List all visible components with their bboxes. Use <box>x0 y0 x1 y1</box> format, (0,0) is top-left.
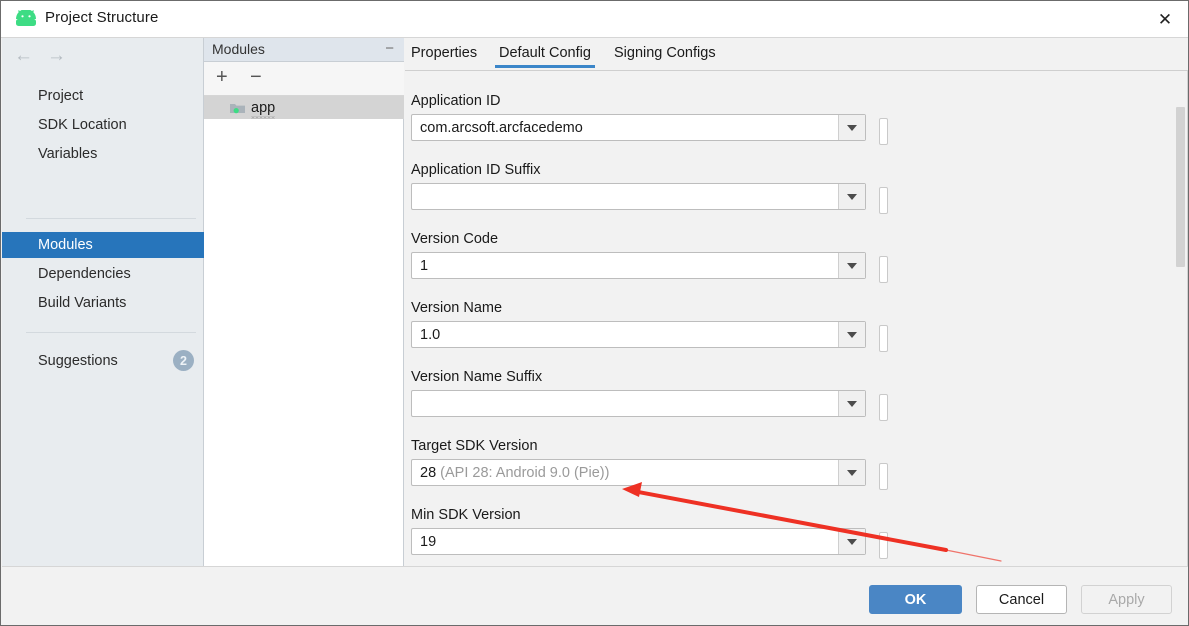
chevron-down-icon[interactable] <box>838 460 865 485</box>
plus-icon[interactable]: + <box>216 67 228 87</box>
sidebar-item-dependencies[interactable]: Dependencies <box>2 261 204 287</box>
field-label: Version Code <box>411 231 499 247</box>
chevron-down-icon[interactable] <box>838 391 865 416</box>
sidebar-item-project[interactable]: Project <box>2 83 204 109</box>
chevron-down-icon[interactable] <box>838 115 865 140</box>
tab-default-config[interactable]: Default Config <box>495 45 595 68</box>
sidebar-item-label: SDK Location <box>38 117 127 133</box>
sidebar-item-label: Modules <box>38 237 93 253</box>
modules-panel-header: Modules − <box>204 38 404 62</box>
field-label: Version Name Suffix <box>411 369 543 385</box>
version-name-value: 1.0 <box>420 326 441 343</box>
version-name-suffix-combobox[interactable] <box>411 390 866 417</box>
application-id-suffix-combobox[interactable] <box>411 183 866 210</box>
title-bar: Project Structure ✕ <box>1 1 1188 38</box>
sidebar-divider-1 <box>26 218 196 219</box>
modules-panel: Modules − + − app <box>204 38 404 566</box>
field-label: Target SDK Version <box>411 438 538 454</box>
field-application-id-suffix: Application ID Suffix <box>411 162 1171 214</box>
minimize-icon[interactable]: − <box>385 41 394 56</box>
min-sdk-version-combobox[interactable]: 19 <box>411 528 866 555</box>
back-arrow-icon[interactable]: ← <box>14 46 33 65</box>
application-id-value: com.arcsoft.arcfacedemo <box>420 119 583 136</box>
field-min-sdk-version: Min SDK Version 19 <box>411 507 1171 559</box>
suggestions-count-badge: 2 <box>173 350 194 371</box>
field-side-stub[interactable] <box>879 394 888 421</box>
window-title: Project Structure <box>45 9 159 26</box>
ok-button[interactable]: OK <box>869 585 962 614</box>
folder-icon <box>230 103 245 113</box>
android-robot-icon <box>16 10 36 26</box>
dialog-footer: OK Cancel Apply <box>2 566 1188 625</box>
field-target-sdk-version: Target SDK Version 28 (API 28: Android 9… <box>411 438 1171 490</box>
sidebar-item-label: Suggestions <box>38 353 118 369</box>
sidebar-item-label: Variables <box>38 146 98 162</box>
tab-properties[interactable]: Properties <box>411 45 477 61</box>
field-side-stub[interactable] <box>879 187 888 214</box>
tab-strip: Properties Default Config Signing Config… <box>405 38 1188 71</box>
field-application-id: Application ID com.arcsoft.arcfacedemo <box>411 93 1171 145</box>
target-sdk-version-combobox[interactable]: 28 (API 28: Android 9.0 (Pie)) <box>411 459 866 486</box>
field-version-name-suffix: Version Name Suffix <box>411 369 1171 421</box>
cancel-button[interactable]: Cancel <box>976 585 1067 614</box>
sidebar-item-sdk-location[interactable]: SDK Location <box>2 112 204 138</box>
sidebar-item-label: Project <box>38 88 84 104</box>
apply-button: Apply <box>1081 585 1172 614</box>
module-item-label: app <box>251 99 276 119</box>
field-version-name: Version Name 1.0 <box>411 300 1171 352</box>
sidebar-item-modules[interactable]: Modules <box>2 232 204 258</box>
field-label: Version Name <box>411 300 503 316</box>
target-sdk-api-hint: (API 28: Android 9.0 (Pie)) <box>440 464 610 481</box>
sidebar-item-label: Build Variants <box>38 295 127 311</box>
chevron-down-icon[interactable] <box>838 184 865 209</box>
form-scrollbar-thumb[interactable] <box>1176 107 1185 267</box>
version-code-combobox[interactable]: 1 <box>411 252 866 279</box>
navigation-row: ← → <box>2 38 204 74</box>
sidebar-divider-2 <box>26 332 196 333</box>
default-config-form: Application ID com.arcsoft.arcfacedemo A… <box>405 71 1188 566</box>
field-side-stub[interactable] <box>879 256 888 283</box>
form-scrollbar-track[interactable] <box>1175 71 1187 566</box>
target-sdk-number: 28 <box>420 464 437 481</box>
field-side-stub[interactable] <box>879 118 888 145</box>
field-side-stub[interactable] <box>879 325 888 352</box>
field-version-code: Version Code 1 <box>411 231 1171 283</box>
field-label: Application ID <box>411 93 501 109</box>
tab-signing-configs[interactable]: Signing Configs <box>614 45 716 61</box>
forward-arrow-icon[interactable]: → <box>47 46 66 65</box>
target-sdk-version-value: 28 (API 28: Android 9.0 (Pie)) <box>412 465 609 481</box>
project-structure-dialog: Project Structure ✕ ← → Project SDK Loca… <box>0 0 1189 626</box>
version-code-value: 1 <box>420 257 429 274</box>
sidebar: ← → Project SDK Location Variables Modul… <box>2 38 204 566</box>
field-side-stub[interactable] <box>879 532 888 559</box>
field-label: Min SDK Version <box>411 507 521 523</box>
chevron-down-icon[interactable] <box>838 253 865 278</box>
sidebar-item-variables[interactable]: Variables <box>2 141 204 167</box>
version-name-combobox[interactable]: 1.0 <box>411 321 866 348</box>
content-area: Properties Default Config Signing Config… <box>405 38 1188 566</box>
application-id-combobox[interactable]: com.arcsoft.arcfacedemo <box>411 114 866 141</box>
modules-panel-title: Modules <box>212 41 265 57</box>
chevron-down-icon[interactable] <box>838 529 865 554</box>
sidebar-item-label: Dependencies <box>38 266 131 282</box>
field-side-stub[interactable] <box>879 463 888 490</box>
min-sdk-version-value: 19 <box>420 533 437 550</box>
modules-toolbar: + − <box>204 62 404 96</box>
close-icon[interactable]: ✕ <box>1142 1 1188 37</box>
module-list-item-app[interactable]: app <box>204 96 404 119</box>
field-label: Application ID Suffix <box>411 162 541 178</box>
minus-icon[interactable]: − <box>250 67 262 87</box>
chevron-down-icon[interactable] <box>838 322 865 347</box>
sidebar-item-build-variants[interactable]: Build Variants <box>2 290 204 316</box>
